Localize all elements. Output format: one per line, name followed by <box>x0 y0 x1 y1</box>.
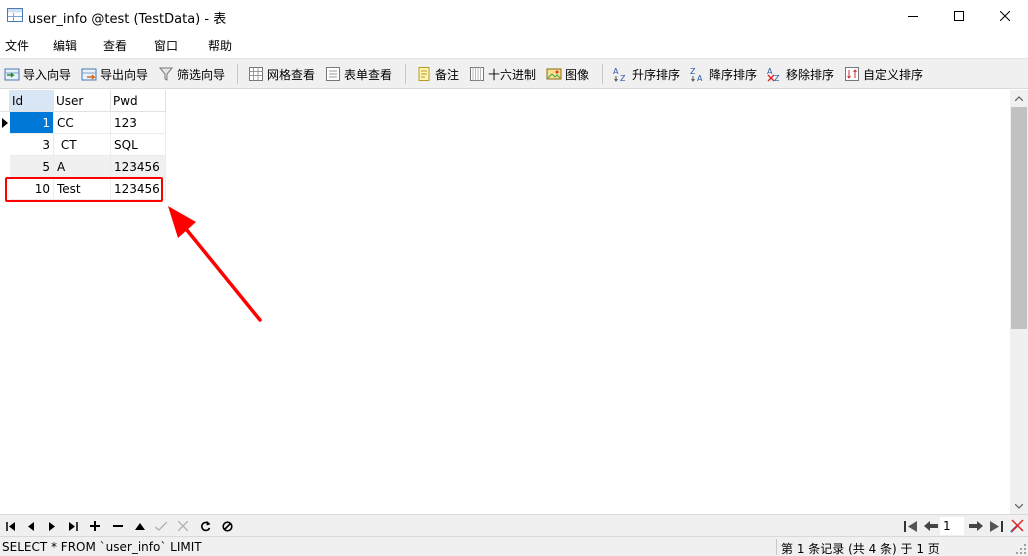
cross-icon <box>178 521 188 531</box>
minus-icon <box>113 525 123 527</box>
first-icon <box>6 521 15 531</box>
prev-page-button[interactable] <box>923 518 939 534</box>
status-sql: SELECT * FROM `user_info` LIMIT <box>2 540 202 554</box>
first-record-button[interactable] <box>3 518 19 534</box>
page-number-input[interactable]: 1 <box>940 517 964 535</box>
refresh-icon <box>200 520 210 531</box>
next-page-icon <box>969 521 983 531</box>
last-page-icon <box>990 520 1003 532</box>
page-settings-button[interactable] <box>1009 518 1025 534</box>
apply-changes-button <box>153 518 169 534</box>
cancel-changes-button <box>175 518 191 534</box>
status-separator <box>776 539 777 555</box>
next-page-button[interactable] <box>968 518 984 534</box>
stop-icon <box>221 520 233 532</box>
stop-button[interactable] <box>219 518 235 534</box>
prev-icon <box>28 521 34 531</box>
first-page-icon <box>904 520 917 532</box>
last-record-button[interactable] <box>65 518 81 534</box>
record-navigator: 1 <box>0 514 1028 536</box>
up-triangle-icon <box>135 523 145 530</box>
prev-page-icon <box>924 521 938 531</box>
edit-record-button[interactable] <box>132 518 148 534</box>
status-bar: SELECT * FROM `user_info` LIMIT 第 1 条记录 … <box>0 536 1028 556</box>
last-page-button[interactable] <box>988 518 1004 534</box>
status-record-count: 第 1 条记录 (共 4 条) 于 1 页 <box>781 542 940 556</box>
plus-icon <box>90 521 100 531</box>
last-icon <box>69 521 78 531</box>
first-page-button[interactable] <box>903 518 919 534</box>
next-icon <box>49 521 55 531</box>
prev-record-button[interactable] <box>23 518 39 534</box>
refresh-button[interactable] <box>197 518 213 534</box>
next-record-button[interactable] <box>44 518 60 534</box>
wrench-icon <box>1010 519 1024 533</box>
annotation-arrow <box>168 206 262 322</box>
check-icon <box>155 521 167 531</box>
table-window: user_info @test (TestData) - 表 文件 编辑 查看 … <box>0 0 1028 556</box>
add-record-button[interactable] <box>87 518 103 534</box>
resize-grip-icon[interactable] <box>1016 544 1026 554</box>
delete-record-button[interactable] <box>110 518 126 534</box>
